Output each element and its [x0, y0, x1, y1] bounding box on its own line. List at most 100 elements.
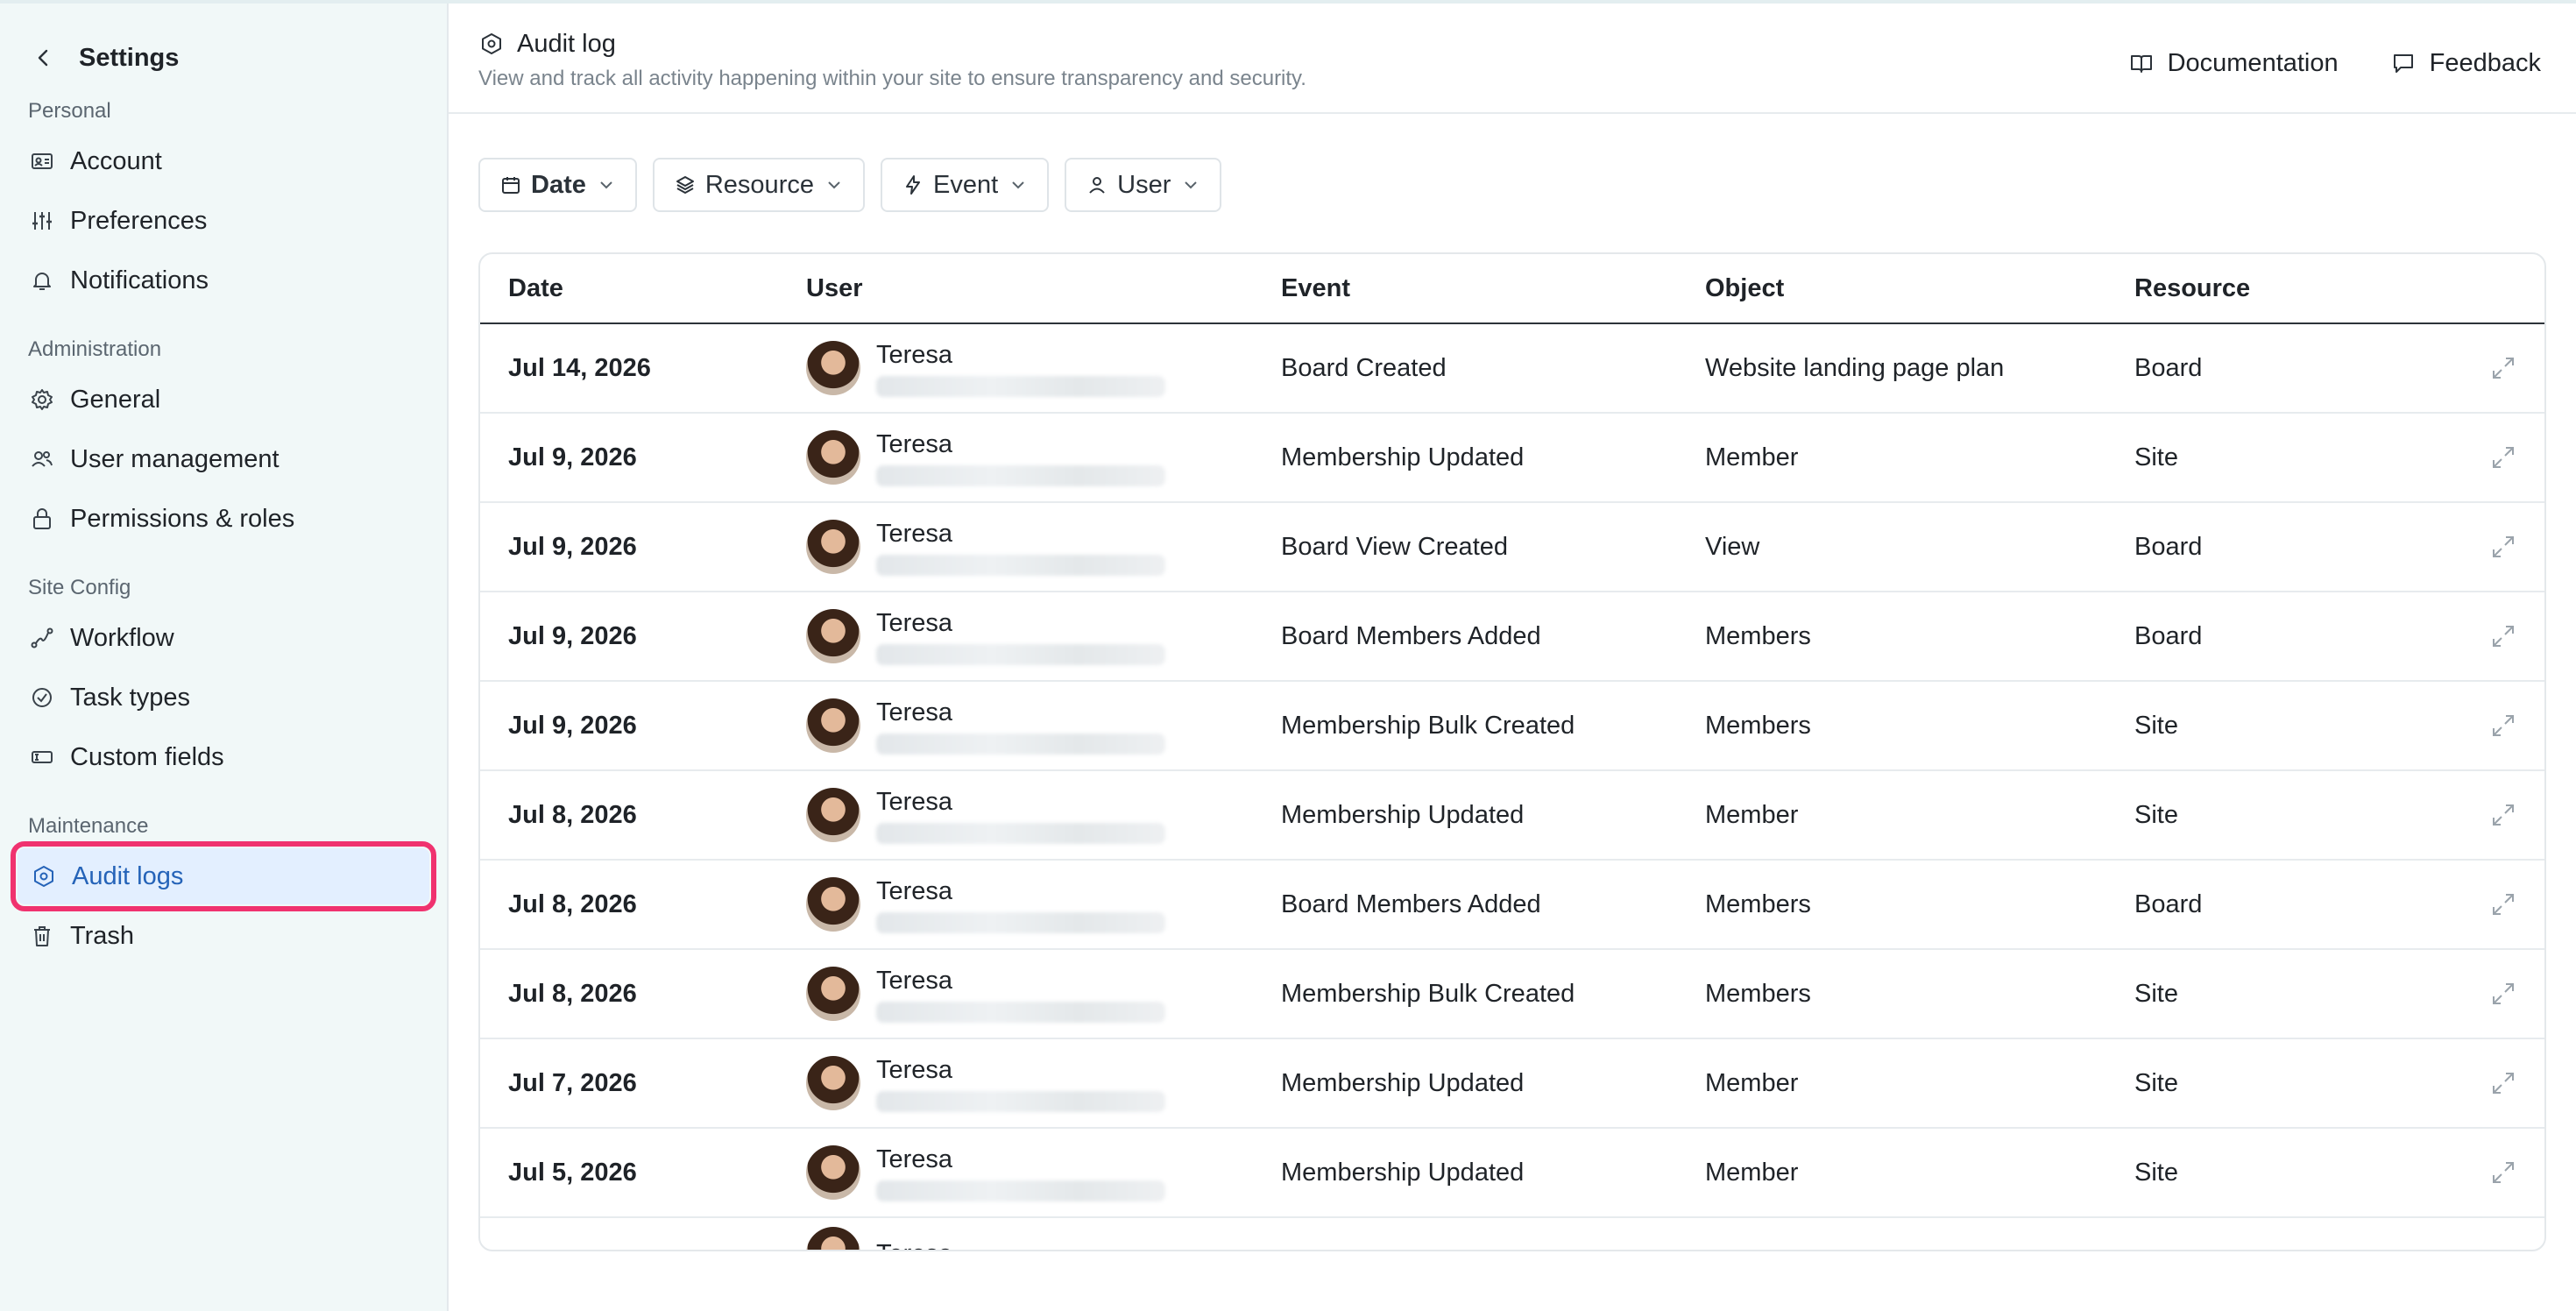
workflow-icon [28, 624, 56, 652]
sidebar-item-preferences[interactable]: Preferences [11, 193, 436, 249]
cell-date: Jul 9, 2026 [508, 443, 637, 471]
cell-object: Member [1705, 800, 1799, 829]
column-header-user[interactable]: User [806, 274, 1281, 303]
cell-resource: Site [2134, 979, 2178, 1008]
cell-event: Membership Updated [1281, 443, 1525, 471]
redacted-email [876, 912, 1165, 933]
cell-object: Members [1705, 979, 1811, 1008]
table-row[interactable]: Jul 9, 2026 Teresa Board Members Added M… [480, 592, 2544, 682]
cell-user: Teresa [806, 875, 1281, 933]
cell-user: Teresa [806, 697, 1281, 755]
column-header-resource[interactable]: Resource [2134, 274, 2467, 303]
avatar [806, 877, 860, 932]
column-header-object[interactable]: Object [1705, 274, 2134, 303]
user-name: Teresa [876, 609, 953, 637]
back-arrow-icon[interactable] [28, 42, 60, 74]
sidebar-item-label: User management [70, 444, 280, 473]
table-row[interactable]: Jul 5, 2026 Teresa Membership Updated Me… [480, 1129, 2544, 1218]
cell-date: Jul 8, 2026 [508, 889, 637, 918]
avatar [806, 520, 860, 574]
expand-icon[interactable] [2488, 621, 2518, 651]
cell-date: Jul 8, 2026 [508, 979, 637, 1008]
column-header-date[interactable]: Date [480, 274, 806, 303]
expand-icon[interactable] [2488, 443, 2518, 472]
expand-icon[interactable] [2488, 800, 2518, 830]
sidebar-item-workflow[interactable]: Workflow [11, 610, 436, 666]
cell-user: Teresa [806, 965, 1281, 1023]
filter-date[interactable]: Date [478, 158, 637, 212]
cell-date: Jul 8, 2026 [508, 800, 637, 829]
sidebar-item-audit-logs[interactable]: Audit logs [11, 841, 436, 911]
filter-label: Resource [704, 170, 814, 199]
sidebar-item-account[interactable]: Account [11, 133, 436, 189]
sidebar-item-general[interactable]: General [11, 372, 436, 428]
filter-label: Event [932, 170, 999, 199]
chevron-down-icon [597, 175, 616, 195]
expand-icon[interactable] [2488, 532, 2518, 562]
cell-user: Teresa [806, 518, 1281, 576]
table-row[interactable]: Jul 14, 2026 Teresa Board Created Websit… [480, 324, 2544, 414]
custom-field-icon [28, 743, 56, 771]
avatar [806, 1056, 860, 1110]
user-name: Teresa [876, 967, 953, 995]
table-row[interactable]: Jul 9, 2026 Teresa Membership Bulk Creat… [480, 682, 2544, 771]
filter-user[interactable]: User [1065, 158, 1222, 212]
section-personal: Personal [28, 99, 111, 123]
avatar [806, 609, 860, 663]
column-header-event[interactable]: Event [1281, 274, 1705, 303]
filter-resource[interactable]: Resource [652, 158, 865, 212]
table-row[interactable]: Jul 8, 2026 Teresa Membership Bulk Creat… [480, 950, 2544, 1039]
sidebar-item-user-management[interactable]: User management [11, 431, 436, 487]
check-circle-icon [28, 684, 56, 712]
cell-user: Teresa [806, 429, 1281, 486]
cell-user: Teresa [806, 1054, 1281, 1112]
sidebar-item-custom-fields[interactable]: Custom fields [11, 729, 436, 785]
expand-icon[interactable] [2488, 979, 2518, 1009]
message-icon [2391, 51, 2416, 75]
lightning-icon [902, 174, 924, 196]
sidebar-item-task-types[interactable]: Task types [11, 670, 436, 726]
sidebar-item-label: Trash [70, 921, 135, 950]
avatar [806, 788, 860, 842]
cell-user: Teresa [806, 607, 1281, 665]
documentation-link[interactable]: Documentation [2129, 49, 2339, 78]
table-row[interactable]: Jul 9, 2026 Teresa Membership Updated Me… [480, 414, 2544, 503]
sidebar-item-permissions-roles[interactable]: Permissions & roles [11, 491, 436, 547]
expand-icon[interactable] [2488, 711, 2518, 741]
cell-resource: Site [2134, 443, 2178, 471]
sidebar-item-trash[interactable]: Trash [11, 908, 436, 964]
feedback-button[interactable]: Feedback [2391, 49, 2541, 78]
cell-object: Members [1705, 621, 1811, 650]
table-row[interactable]: Jul 7, 2026 Teresa Membership Updated Me… [480, 1039, 2544, 1129]
table-row[interactable]: Jul 8, 2026 Teresa Membership Updated Me… [480, 771, 2544, 861]
filter-label: Date [531, 170, 586, 199]
sidebar-item-label: General [70, 385, 161, 414]
expand-icon[interactable] [2488, 353, 2518, 383]
sidebar-item-label: Notifications [70, 266, 209, 294]
sidebar-item-label: Permissions & roles [70, 504, 295, 533]
user-icon [1086, 174, 1108, 196]
expand-icon[interactable] [2488, 1068, 2518, 1098]
page-title: Audit log [517, 29, 616, 58]
section-maintenance: Maintenance [28, 814, 149, 838]
cell-resource: Board [2134, 621, 2203, 650]
filter-event[interactable]: Event [880, 158, 1050, 212]
avatar [806, 430, 860, 485]
expand-icon[interactable] [2488, 889, 2518, 919]
redacted-email [876, 465, 1165, 486]
sidebar-item-notifications[interactable]: Notifications [11, 252, 436, 308]
cell-event: Membership Updated [1281, 800, 1525, 829]
cell-event: Board View Created [1281, 532, 1509, 561]
table-row[interactable]: Teresa [480, 1218, 2544, 1250]
cell-event: Membership Bulk Created [1281, 711, 1575, 740]
calendar-icon [499, 174, 522, 196]
table-row[interactable]: Jul 9, 2026 Teresa Board View Created Vi… [480, 503, 2544, 592]
hexagon-icon [30, 862, 58, 890]
expand-icon[interactable] [2488, 1158, 2518, 1187]
main-content: Audit log View and track all activity ha… [449, 4, 2576, 1311]
table-row[interactable]: Jul 8, 2026 Teresa Board Members Added M… [480, 861, 2544, 950]
sidebar-item-label: Task types [70, 683, 190, 712]
redacted-email [876, 733, 1165, 755]
cell-object: Members [1705, 711, 1811, 740]
page-subtitle: View and track all activity happening wi… [478, 67, 1306, 90]
